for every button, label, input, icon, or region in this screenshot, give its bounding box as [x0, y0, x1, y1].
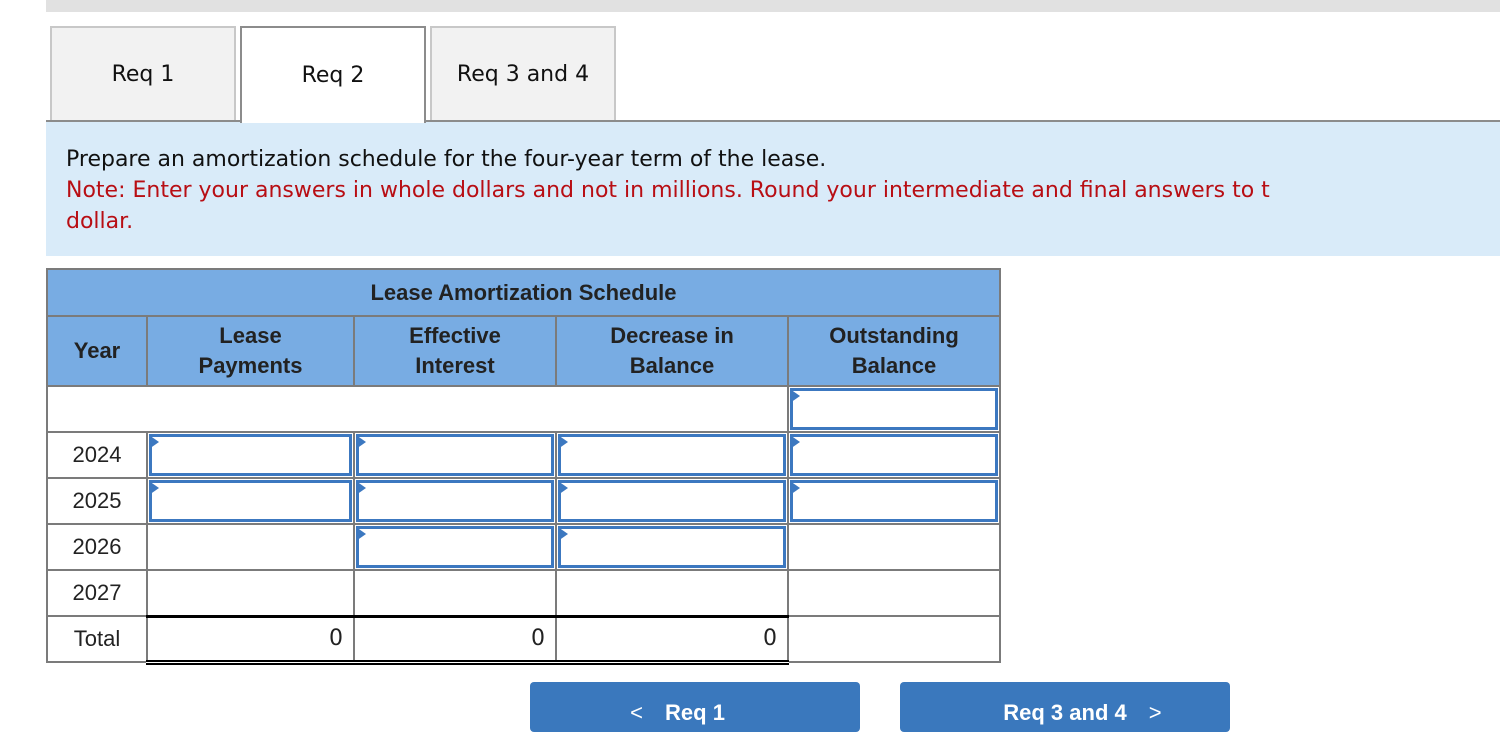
- lease-payment-cell: [146, 477, 355, 525]
- table-row: 2027: [46, 569, 1001, 617]
- table-row-total: Total 0 0 0: [46, 614, 1001, 665]
- year-cell: 2027: [46, 569, 148, 617]
- prev-req-button[interactable]: < Req 1 >: [530, 682, 860, 732]
- next-req-label: Req 3 and 4: [1003, 700, 1127, 725]
- input-flag-icon: [356, 527, 366, 541]
- input-flag-icon: [356, 481, 366, 495]
- tab-req-1[interactable]: Req 1: [50, 26, 236, 120]
- effective-interest-2025-input[interactable]: [359, 483, 551, 519]
- header-label: Lease Payments: [198, 323, 303, 378]
- input-flag-icon: [149, 481, 159, 495]
- header-decrease-in-balance: Decrease in Balance: [555, 315, 789, 387]
- total-effective-interest: 0: [353, 614, 557, 665]
- decrease-in-balance-2025-input[interactable]: [561, 483, 783, 519]
- empty-cell: [787, 615, 1001, 663]
- tab-label: Req 2: [301, 63, 365, 88]
- empty-cell: [555, 569, 789, 617]
- lease-amortization-table: Lease Amortization Schedule Year Lease P…: [46, 268, 1001, 665]
- lease-payment-2025-input[interactable]: [152, 483, 349, 519]
- header-label: Effective Interest: [409, 323, 501, 378]
- prev-req-label: Req 1: [665, 700, 725, 725]
- input-flag-icon: [790, 389, 800, 403]
- tab-label: Req 3 and 4: [456, 61, 590, 87]
- outstanding-balance-beginning-input[interactable]: [793, 391, 995, 427]
- table-title: Lease Amortization Schedule: [46, 268, 1001, 317]
- instructions-panel: Prepare an amortization schedule for the…: [46, 122, 1500, 256]
- decrease-in-balance-cell: [555, 431, 789, 479]
- header-year: Year: [46, 315, 148, 387]
- input-flag-icon: [356, 435, 366, 449]
- beginning-blank-cell: [46, 385, 789, 433]
- empty-cell: [146, 523, 355, 571]
- tab-req-2[interactable]: Req 2: [240, 26, 426, 123]
- table-row-beginning: [46, 385, 1001, 433]
- chevron-right-icon: >: [1148, 700, 1162, 725]
- instruction-note: Note: Enter your answers in whole dollar…: [66, 178, 1270, 203]
- input-flag-icon: [790, 435, 800, 449]
- input-flag-icon: [558, 481, 568, 495]
- header-outstanding-balance: Outstanding Balance: [787, 315, 1001, 387]
- effective-interest-cell: [353, 431, 557, 479]
- decrease-in-balance-2024-input[interactable]: [561, 437, 783, 473]
- total-lease-payments: 0: [146, 614, 355, 665]
- year-cell: 2026: [46, 523, 148, 571]
- decrease-in-balance-cell: [555, 477, 789, 525]
- table-row: 2024: [46, 431, 1001, 479]
- instruction-text: Prepare an amortization schedule for the…: [66, 147, 827, 172]
- effective-interest-cell: [353, 477, 557, 525]
- header-lease-payments: Lease Payments: [146, 315, 355, 387]
- decrease-in-balance-2026-input[interactable]: [561, 529, 783, 565]
- header-label: Decrease in Balance: [610, 323, 734, 378]
- next-req-button[interactable]: < Req 3 and 4 >: [900, 682, 1230, 732]
- empty-cell: [146, 569, 355, 617]
- header-label: Outstanding Balance: [829, 323, 959, 378]
- input-flag-icon: [790, 481, 800, 495]
- total-label: Total: [46, 615, 148, 663]
- decrease-in-balance-cell: [555, 523, 789, 571]
- year-cell: 2025: [46, 477, 148, 525]
- effective-interest-cell: [353, 523, 557, 571]
- outstanding-balance-2025-input[interactable]: [793, 483, 995, 519]
- total-decrease-in-balance: 0: [555, 614, 789, 665]
- effective-interest-2026-input[interactable]: [359, 529, 551, 565]
- empty-cell: [353, 569, 557, 617]
- header-effective-interest: Effective Interest: [353, 315, 557, 387]
- effective-interest-2024-input[interactable]: [359, 437, 551, 473]
- table-row: 2026: [46, 523, 1001, 571]
- lease-payment-2024-input[interactable]: [152, 437, 349, 473]
- top-bar: [46, 0, 1500, 12]
- outstanding-balance-cell: [787, 477, 1001, 525]
- lease-payment-cell: [146, 431, 355, 479]
- empty-cell: [787, 523, 1001, 571]
- year-cell: 2024: [46, 431, 148, 479]
- chevron-left-icon: <: [630, 700, 644, 725]
- input-flag-icon: [558, 527, 568, 541]
- tab-req-3-and-4[interactable]: Req 3 and 4: [430, 26, 616, 120]
- empty-cell: [787, 569, 1001, 617]
- outstanding-balance-2024-input[interactable]: [793, 437, 995, 473]
- input-flag-icon: [558, 435, 568, 449]
- table-row: 2025: [46, 477, 1001, 525]
- input-flag-icon: [149, 435, 159, 449]
- instruction-note-continued: dollar.: [66, 209, 134, 234]
- outstanding-balance-beginning-cell: [787, 385, 1001, 433]
- tab-label: Req 1: [111, 61, 175, 87]
- outstanding-balance-cell: [787, 431, 1001, 479]
